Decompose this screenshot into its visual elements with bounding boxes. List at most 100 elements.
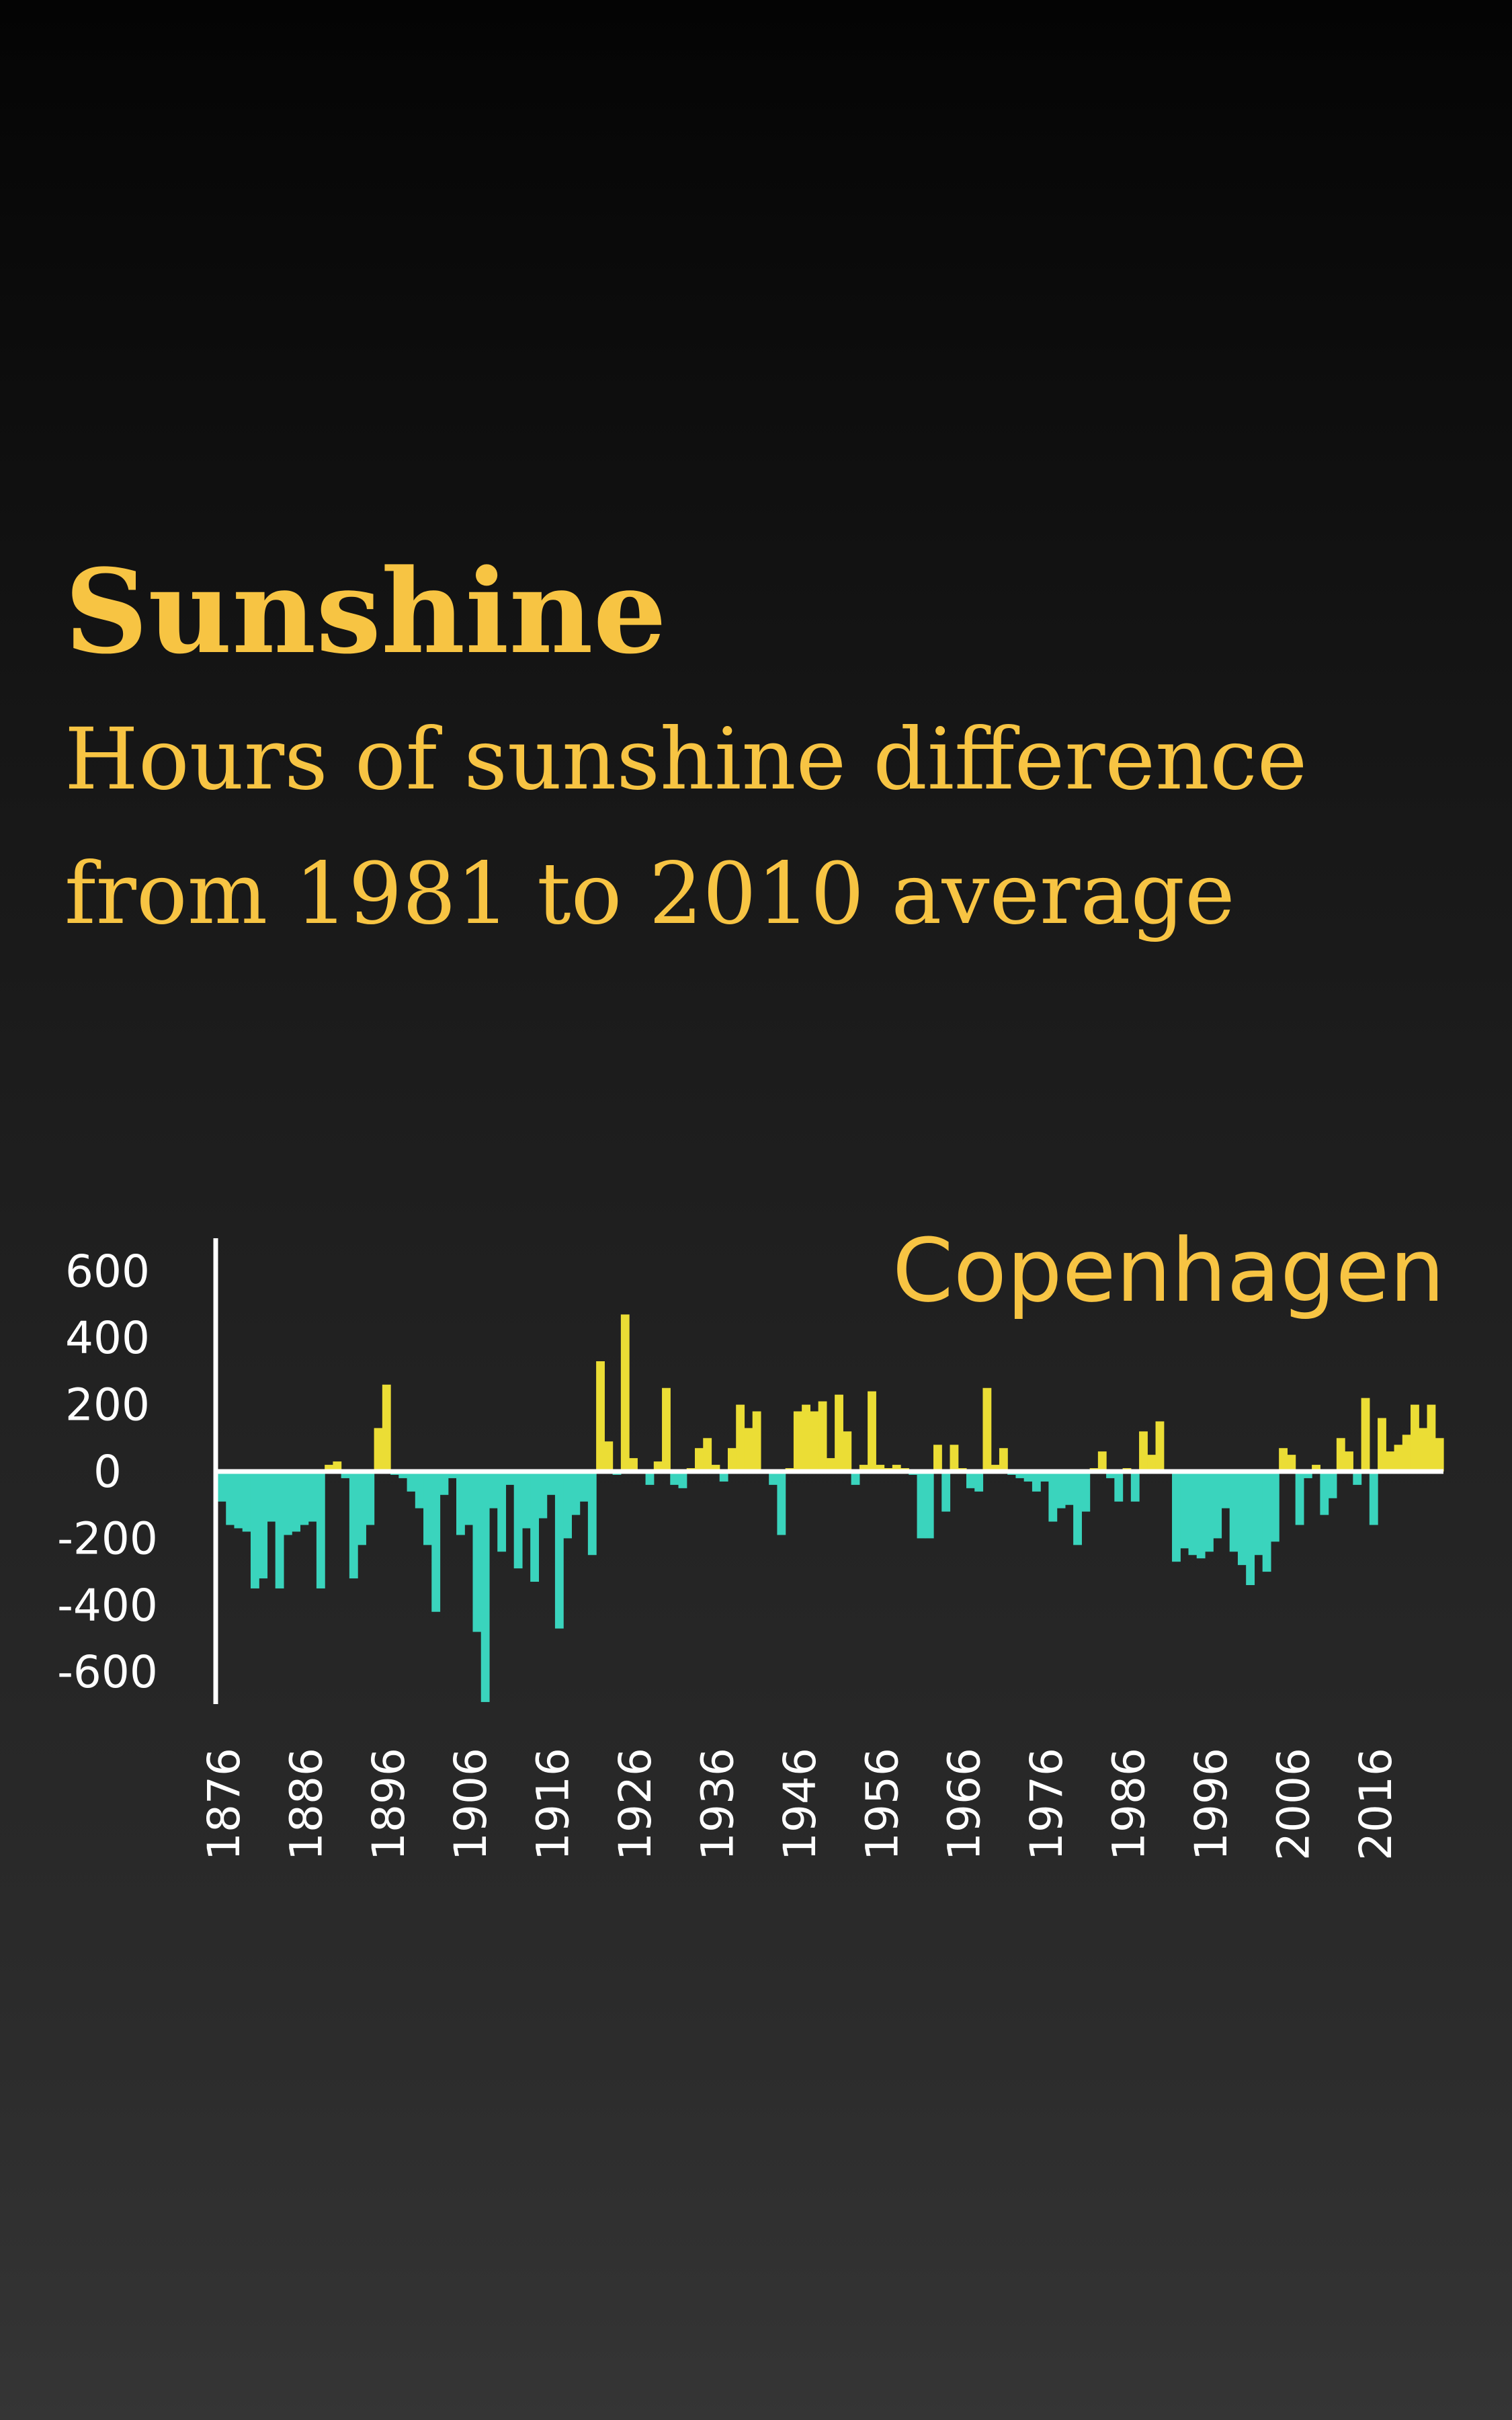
bar-1961 (917, 1471, 926, 1539)
bar-1878 (234, 1471, 243, 1529)
bar-1975 (1032, 1471, 1041, 1492)
bar-1947 (802, 1404, 810, 1471)
bar-1930 (662, 1387, 671, 1471)
bar-2006 (1287, 1455, 1296, 1471)
bar-1946 (793, 1411, 802, 1471)
bar-1977 (1048, 1471, 1058, 1522)
bar-1939 (736, 1404, 745, 1471)
bar-1896 (382, 1384, 391, 1471)
x-tick-labels: 1876 1886 1896 1906 1916 1926 1936 1946 1956 1966… (198, 1748, 1402, 1861)
x-tick-label: 1986 (1103, 1748, 1155, 1861)
bar-1949 (818, 1401, 827, 1471)
bar-1920 (579, 1471, 589, 1502)
bar-1879 (242, 1471, 251, 1532)
bar-1921 (587, 1471, 597, 1556)
bar-1988 (1139, 1431, 1148, 1471)
bar-1934 (695, 1448, 704, 1471)
bar-1905 (456, 1471, 465, 1535)
bar-1948 (810, 1411, 819, 1471)
bar-1882 (267, 1471, 276, 1522)
y-tick-label: -400 (57, 1580, 158, 1631)
bar-1967 (966, 1471, 975, 1488)
bar-1908 (480, 1471, 490, 1702)
bar-1910 (497, 1471, 507, 1552)
y-tick-label: -200 (57, 1513, 158, 1564)
bar-1883 (275, 1471, 284, 1588)
bar-1969 (982, 1387, 992, 1471)
bar-1980 (1073, 1471, 1082, 1545)
bar-1989 (1147, 1455, 1157, 1471)
bar-1932 (678, 1471, 687, 1488)
bar-1899 (407, 1471, 416, 1492)
x-tick-label: 1876 (198, 1748, 250, 1861)
x-tick-label: 1946 (774, 1748, 826, 1861)
y-tick-label: 400 (65, 1312, 150, 1364)
bar-1909 (489, 1471, 498, 1508)
bar-1955 (868, 1391, 876, 1471)
bar-1886 (300, 1471, 309, 1525)
city-annotation: Copenhagen (892, 1219, 1445, 1322)
bar-1999 (1229, 1471, 1238, 1552)
bar-1903 (439, 1471, 449, 1495)
bar-2022 (1419, 1428, 1428, 1471)
bar-1915 (538, 1471, 548, 1519)
bar-1968 (974, 1471, 984, 1492)
x-tick-label: 1916 (528, 1748, 579, 1861)
x-tick-label: 1906 (445, 1748, 497, 1861)
bar-1997 (1213, 1471, 1222, 1539)
bar-1992 (1172, 1471, 1181, 1562)
bar-1925 (620, 1314, 630, 1471)
bar-1983 (1097, 1451, 1107, 1471)
bar-1952 (843, 1431, 852, 1471)
x-tick-label: 2006 (1267, 1748, 1319, 1861)
x-tick-label: 2016 (1350, 1748, 1402, 1861)
x-tick-label: 1996 (1185, 1748, 1237, 1861)
sunshine-bar-chart: 6004002000-200-400-600 1876 1886 1896 1906 1… (57, 1219, 1445, 1861)
bar-1965 (950, 1445, 959, 1471)
bar-1877 (226, 1471, 235, 1525)
bar-2002 (1254, 1471, 1263, 1556)
bar-1884 (283, 1471, 292, 1535)
bar-1917 (554, 1471, 564, 1629)
bar-1918 (563, 1471, 572, 1539)
bar-1938 (727, 1448, 737, 1471)
bar-1985 (1114, 1471, 1124, 1502)
bar-1990 (1155, 1421, 1165, 1471)
bar-1876 (218, 1471, 226, 1502)
bar-2017 (1378, 1418, 1386, 1471)
y-tick-label: 600 (65, 1246, 150, 1297)
bar-1895 (374, 1428, 383, 1471)
bar-2005 (1279, 1448, 1288, 1471)
bar-2018 (1386, 1451, 1395, 1471)
bar-1964 (941, 1471, 951, 1512)
bar-1944 (777, 1471, 786, 1535)
x-tick-label: 1896 (363, 1748, 415, 1861)
bar-2020 (1402, 1435, 1411, 1471)
y-tick-label: -600 (57, 1646, 158, 1698)
y-tick-label: 0 (93, 1446, 122, 1498)
bar-1913 (521, 1471, 531, 1529)
bar-1941 (752, 1411, 761, 1471)
chart-subtitle: Hours of sunshine difference from 1981 t… (65, 710, 1308, 943)
bar-1978 (1056, 1471, 1066, 1508)
bar-1912 (513, 1471, 523, 1569)
bar-2000 (1237, 1471, 1247, 1566)
bars-group (218, 1314, 1444, 1702)
bar-1892 (349, 1471, 358, 1579)
bar-2001 (1246, 1471, 1255, 1585)
bar-1900 (415, 1471, 424, 1508)
bar-1880 (250, 1471, 259, 1588)
bar-1906 (464, 1471, 474, 1525)
bar-1887 (308, 1471, 317, 1522)
bar-1935 (703, 1438, 712, 1471)
bar-1993 (1180, 1471, 1189, 1549)
bar-1994 (1188, 1471, 1198, 1556)
x-tick-label: 1966 (939, 1748, 991, 1861)
x-tick-label: 1976 (1021, 1748, 1073, 1861)
bar-2012 (1336, 1438, 1345, 1471)
bar-1998 (1221, 1471, 1230, 1508)
bar-2019 (1394, 1445, 1403, 1471)
bar-1940 (744, 1428, 753, 1471)
bar-1963 (933, 1445, 942, 1471)
bar-1902 (431, 1471, 441, 1612)
